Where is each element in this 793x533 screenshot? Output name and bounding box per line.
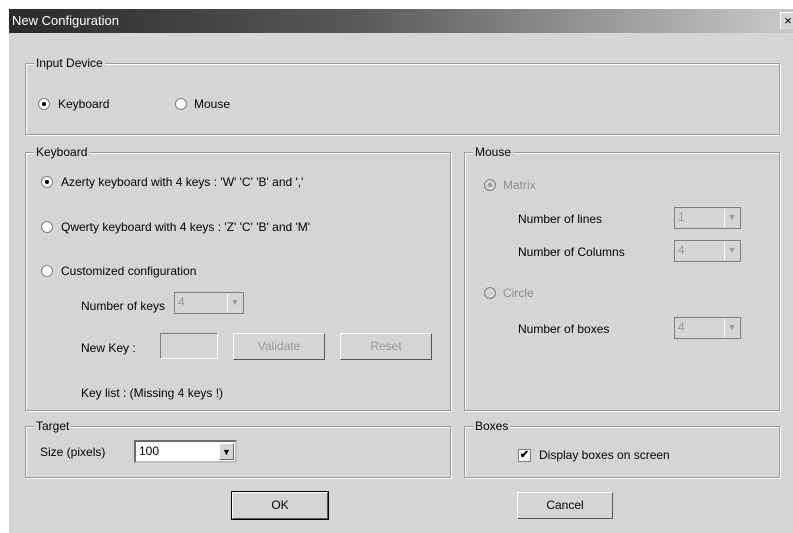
- lines-select[interactable]: 1 ▼: [674, 207, 741, 229]
- close-icon[interactable]: ×: [780, 12, 793, 29]
- custom-config-radio[interactable]: [41, 265, 53, 277]
- qwerty-label[interactable]: Qwerty keyboard with 4 keys : 'Z' 'C' 'B…: [61, 220, 310, 234]
- window-title: New Configuration: [12, 13, 119, 28]
- new-key-input[interactable]: [160, 333, 218, 359]
- lines-value: 1: [678, 210, 685, 224]
- keyboard-radio[interactable]: [38, 98, 50, 110]
- keyboard-radio-label[interactable]: Keyboard: [58, 97, 109, 111]
- chevron-down-icon[interactable]: ▼: [724, 242, 739, 260]
- key-list-label: Key list : (Missing 4 keys !): [81, 386, 224, 400]
- lines-label: Number of lines: [518, 212, 603, 226]
- keyboard-legend: Keyboard: [34, 145, 90, 159]
- keyboard-group: Keyboard Azerty keyboard with 4 keys : '…: [25, 145, 451, 411]
- mouse-radio[interactable]: [175, 98, 187, 110]
- num-keys-select[interactable]: 4 ▼: [174, 292, 244, 314]
- size-label: Size (pixels): [40, 445, 106, 459]
- columns-select[interactable]: 4 ▼: [674, 240, 741, 262]
- input-device-legend: Input Device: [34, 56, 105, 70]
- columns-value: 4: [678, 243, 685, 257]
- boxes-legend: Boxes: [473, 419, 511, 433]
- mouse-legend: Mouse: [473, 145, 514, 159]
- title-bar[interactable]: New Configuration ×: [9, 9, 793, 33]
- validate-button[interactable]: Validate: [233, 333, 325, 360]
- chevron-down-icon[interactable]: ▼: [219, 443, 234, 460]
- num-keys-label: Number of keys: [81, 299, 166, 313]
- dialog-window: New Configuration × Input Device Keyboar…: [9, 9, 793, 533]
- num-keys-value: 4: [178, 295, 185, 309]
- chevron-down-icon[interactable]: ▼: [227, 294, 242, 312]
- reset-button[interactable]: Reset: [340, 333, 432, 360]
- size-value: 100: [139, 444, 160, 458]
- ok-button[interactable]: OK: [231, 491, 329, 520]
- boxes-group: Boxes ✔ Display boxes on screen: [464, 419, 780, 478]
- azerty-radio[interactable]: [41, 176, 53, 188]
- azerty-label[interactable]: Azerty keyboard with 4 keys : 'W' 'C' 'B…: [61, 175, 303, 189]
- size-select[interactable]: 100 ▼: [134, 440, 237, 463]
- target-legend: Target: [34, 419, 72, 433]
- qwerty-radio[interactable]: [41, 221, 53, 233]
- custom-config-label[interactable]: Customized configuration: [61, 264, 196, 278]
- circle-label[interactable]: Circle: [503, 286, 534, 300]
- boxes-count-value: 4: [678, 320, 685, 334]
- target-group: Target Size (pixels) 100 ▼: [25, 419, 451, 478]
- chevron-down-icon[interactable]: ▼: [724, 209, 739, 227]
- boxes-count-label: Number of boxes: [518, 322, 610, 336]
- mouse-group: Mouse Matrix Number of lines 1 ▼ Number …: [464, 145, 780, 411]
- matrix-radio[interactable]: [484, 179, 496, 191]
- mouse-radio-label[interactable]: Mouse: [194, 97, 230, 111]
- new-key-label: New Key :: [81, 341, 136, 355]
- display-boxes-label[interactable]: Display boxes on screen: [539, 448, 670, 462]
- cancel-button[interactable]: Cancel: [517, 492, 613, 519]
- circle-radio[interactable]: [484, 287, 496, 299]
- chevron-down-icon[interactable]: ▼: [724, 319, 739, 337]
- matrix-label[interactable]: Matrix: [503, 178, 536, 192]
- input-device-group: Input Device Keyboard Mouse: [25, 56, 780, 135]
- columns-label: Number of Columns: [518, 245, 625, 259]
- boxes-count-select[interactable]: 4 ▼: [674, 317, 741, 339]
- display-boxes-checkbox[interactable]: ✔: [518, 449, 531, 462]
